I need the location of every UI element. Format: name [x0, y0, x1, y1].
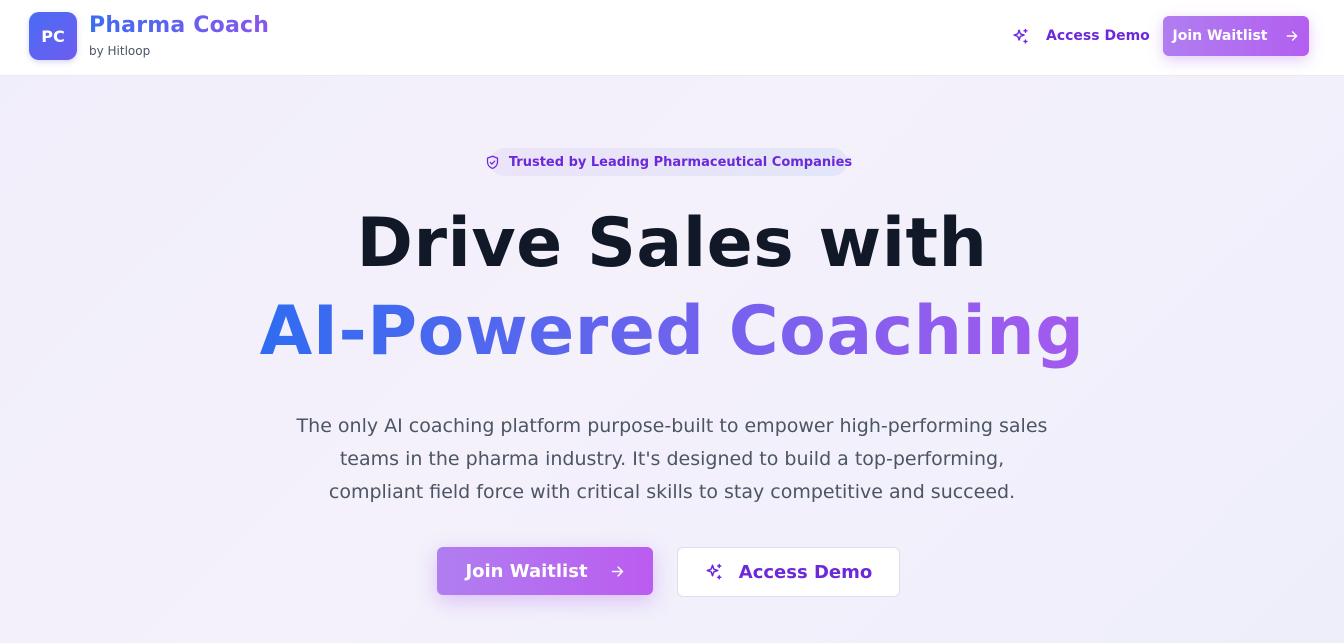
logo-initials: PC: [41, 26, 65, 46]
join-waitlist-label: Join Waitlist: [465, 560, 588, 582]
shield-check-icon: [485, 155, 500, 170]
arrow-right-icon: [1285, 29, 1299, 43]
hero-description: The only AI coaching platform purpose-bu…: [296, 415, 1048, 503]
access-demo-button[interactable]: Access Demo: [677, 547, 900, 597]
top-navbar: PC Pharma Coach by Hitloop Access Demo J…: [0, 0, 1344, 76]
sparkles-icon: [705, 563, 723, 581]
headline-line-2: AI-Powered Coaching: [0, 292, 1344, 371]
nav-join-waitlist-label: Join Waitlist: [1172, 28, 1268, 44]
arrow-right-icon: [610, 564, 625, 579]
logo-badge[interactable]: PC: [29, 12, 77, 60]
nav-join-waitlist-button[interactable]: Join Waitlist: [1163, 16, 1309, 56]
access-demo-label: Access Demo: [738, 561, 873, 583]
join-waitlist-button[interactable]: Join Waitlist: [437, 547, 653, 595]
nav-access-demo-label: Access Demo: [1046, 28, 1150, 44]
headline-line-1: Drive Sales with: [356, 204, 988, 283]
brand-name[interactable]: Pharma Coach: [89, 13, 269, 38]
headline-gradient-text: AI-Powered Coaching: [259, 292, 1085, 371]
sparkles-icon: [1012, 28, 1029, 45]
brand-subtitle: by Hitloop: [89, 44, 151, 58]
trust-badge-text: Trusted by Leading Pharmaceutical Compan…: [508, 154, 853, 170]
trust-badge: Trusted by Leading Pharmaceutical Compan…: [486, 148, 852, 176]
nav-access-demo-link[interactable]: Access Demo: [1012, 24, 1150, 48]
